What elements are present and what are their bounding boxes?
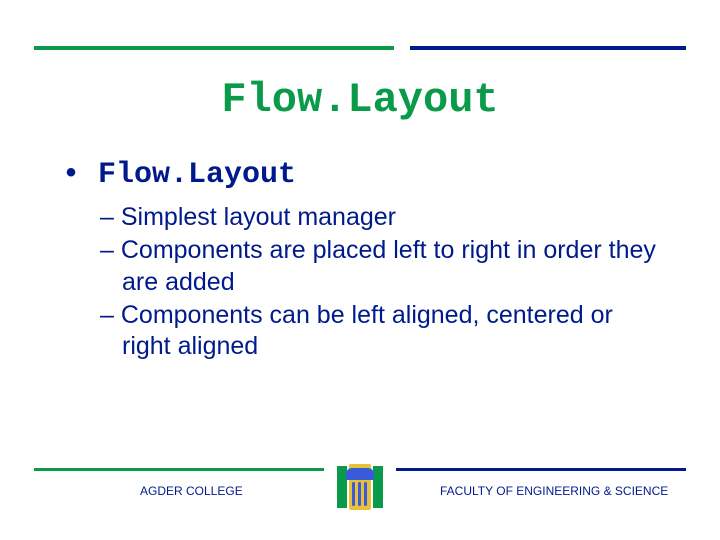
sub-bullet: Components are placed left to right in o… [100, 235, 660, 298]
slide-title: Flow.Layout [0, 76, 720, 124]
top-rule-right [410, 46, 686, 50]
bottom-rule-left [34, 468, 324, 471]
footer-left: AGDER COLLEGE [140, 484, 243, 498]
top-rule-left [34, 46, 394, 50]
sub-bullet-list: Simplest layout manager Components are p… [100, 202, 660, 364]
footer-right: FACULTY OF ENGINEERING & SCIENCE [440, 484, 668, 498]
sub-bullet: Simplest layout manager [100, 202, 660, 233]
college-logo-icon [337, 464, 383, 510]
bullet-main: Flow.Layout [62, 158, 296, 192]
bottom-rule-right [396, 468, 686, 471]
sub-bullet: Components can be left aligned, centered… [100, 300, 660, 363]
